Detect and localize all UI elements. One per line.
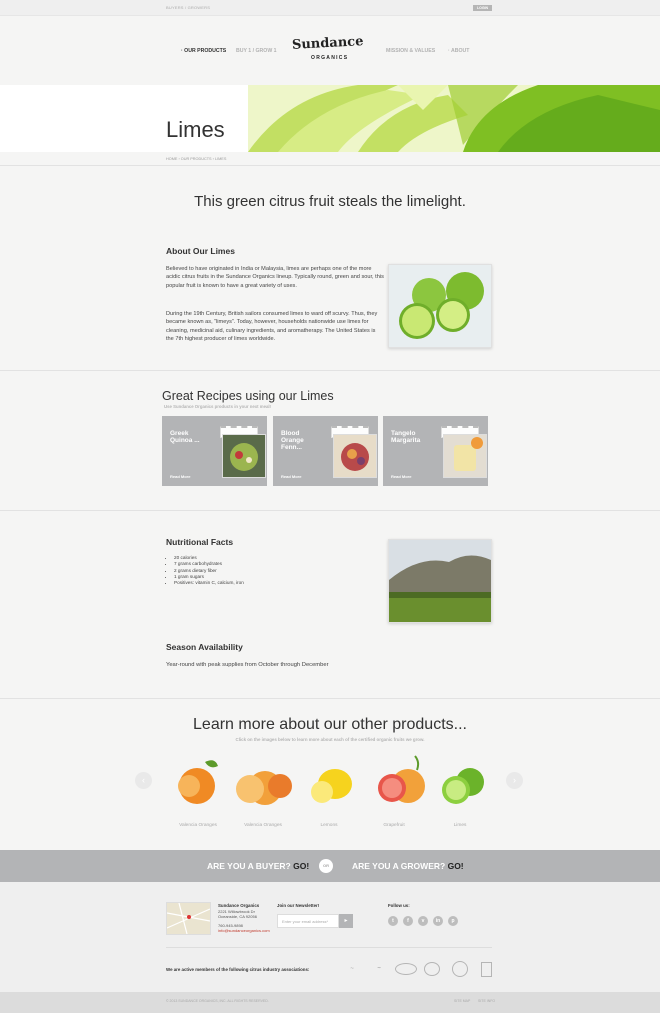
divider (0, 510, 660, 511)
address-line-2: Oceanside, CA 92056 (218, 914, 257, 919)
orange-fruit-image (236, 771, 292, 805)
buyer-cta[interactable]: ARE YOU A BUYER? GO! (207, 861, 309, 871)
divider (0, 698, 660, 699)
top-bar: BUYERS / GROWERS LOGIN (0, 0, 660, 16)
copyright-bar (0, 992, 660, 1013)
divider (0, 165, 660, 166)
vimeo-icon[interactable]: v (418, 916, 428, 926)
hero-title-wrap (0, 85, 660, 152)
recipes-subheading: Use Sundance Organics products in your n… (164, 404, 271, 409)
site-map-link[interactable]: SITE MAP (454, 999, 470, 1003)
newsletter-submit-button[interactable]: ▸ (339, 914, 353, 928)
carousel-prev-button[interactable]: ‹ (135, 772, 152, 789)
recipe-card[interactable]: Blood Orange Fenn... Read More (273, 416, 378, 486)
divider (0, 370, 660, 371)
limes-photo (388, 264, 492, 348)
twitter-icon[interactable]: t (388, 916, 398, 926)
fruit-label[interactable]: Valencia Oranges (163, 823, 233, 828)
other-products-heading: Learn more about our other products... (193, 716, 467, 733)
breadcrumb-products[interactable]: OUR PRODUCTS (181, 157, 212, 161)
list-item: Positives: vitamin C, calcium, iron (174, 580, 244, 586)
copyright: © 2013 SUNDANCE ORGANICS, INC. ALL RIGHT… (166, 999, 269, 1003)
audience-links[interactable]: BUYERS / GROWERS (166, 5, 210, 10)
location-map[interactable] (166, 902, 211, 935)
lemon-fruit-image (311, 769, 352, 803)
recipe-title: Greek Quinoa ... (170, 430, 200, 444)
association-logo[interactable] (395, 963, 417, 975)
about-heading: About Our Limes (166, 246, 235, 256)
recipe-title: Tangelo Margarita (391, 430, 421, 444)
brand-logo[interactable]: Sundance (292, 34, 364, 53)
lime-fruit-image (442, 768, 484, 804)
season-heading: Season Availability (166, 642, 243, 652)
association-logo[interactable] (424, 962, 440, 976)
tagline: This green citrus fruit steals the limel… (194, 193, 466, 210)
company-name: Sundance Organics (218, 903, 260, 908)
follow-heading: Follow us: (388, 903, 410, 908)
recipe-image (333, 434, 377, 478)
nutrition-list: 20 calories 7 grams carbohydrates 2 gram… (166, 555, 244, 586)
nav-buy-grow[interactable]: BUY 1 / GROW 1 (236, 48, 277, 54)
read-more-link[interactable]: Read More (281, 474, 301, 479)
read-more-link[interactable]: Read More (170, 474, 190, 479)
orange-fruit-image (178, 760, 218, 804)
breadcrumb-home[interactable]: HOME (166, 157, 177, 161)
nav-our-products[interactable]: · OUR PRODUCTS (181, 48, 226, 54)
pinterest-icon[interactable]: p (448, 916, 458, 926)
or-divider: OR (319, 859, 333, 873)
fruit-label[interactable]: Grapefruit (359, 823, 429, 828)
fruit-carousel (178, 755, 484, 805)
other-products-subheading: Click on the images below to learn more … (235, 737, 425, 742)
pma-logo[interactable]: ~ (369, 962, 389, 976)
site-info-link[interactable]: SITE INFO (478, 999, 495, 1003)
read-more-link[interactable]: Read More (391, 474, 411, 479)
fruit-label[interactable]: Lemons (294, 823, 364, 828)
nav-about[interactable]: · ABOUT (448, 48, 469, 54)
grapefruit-fruit-image (378, 755, 425, 803)
divider (166, 947, 492, 948)
login-button[interactable]: LOGIN (473, 5, 492, 11)
fruit-label[interactable]: Valencia Oranges (228, 823, 298, 828)
associations-text: We are active members of the following c… (166, 967, 310, 972)
nav-mission-values[interactable]: MISSION & VALUES (386, 48, 435, 54)
breadcrumb: HOME › OUR PRODUCTS › LIMES (166, 157, 227, 161)
about-paragraph-1: Believed to have originated in India or … (166, 266, 384, 289)
orchard-photo (388, 539, 492, 623)
recipe-image (222, 434, 266, 478)
carousel-next-button[interactable]: › (506, 772, 523, 789)
recipes-heading: Great Recipes using our Limes (162, 389, 334, 403)
linkedin-icon[interactable]: in (433, 916, 443, 926)
email-link[interactable]: info@sundanceorganics.com (218, 928, 270, 933)
fruit-label[interactable]: Limes (425, 823, 495, 828)
page-title: Limes (166, 117, 225, 142)
facebook-icon[interactable]: f (403, 916, 413, 926)
newsletter-heading: Join our Newsletter! (277, 903, 320, 908)
organic-association-logo[interactable]: ~ (340, 962, 364, 976)
recipe-image (443, 434, 487, 478)
about-paragraph-2: During the 19th Century, British sailors… (166, 311, 378, 343)
brand-logo-sub: ORGANICS (311, 55, 349, 61)
breadcrumb-current: LIMES (214, 157, 227, 161)
association-seal-logo[interactable] (452, 961, 468, 977)
recipe-card[interactable]: Greek Quinoa ... Read More (162, 416, 267, 486)
recipe-title: Blood Orange Fenn... (281, 430, 304, 451)
grower-cta[interactable]: ARE YOU A GROWER? GO! (352, 861, 464, 871)
footer (0, 882, 660, 992)
recipe-card[interactable]: Tangelo Margarita Read More (383, 416, 488, 486)
nutrition-heading: Nutritional Facts (166, 537, 234, 547)
newsletter-email-input[interactable]: Enter your email address* (277, 914, 339, 928)
association-logo[interactable] (481, 962, 492, 977)
season-text: Year-round with peak supplies from Octob… (166, 662, 329, 668)
